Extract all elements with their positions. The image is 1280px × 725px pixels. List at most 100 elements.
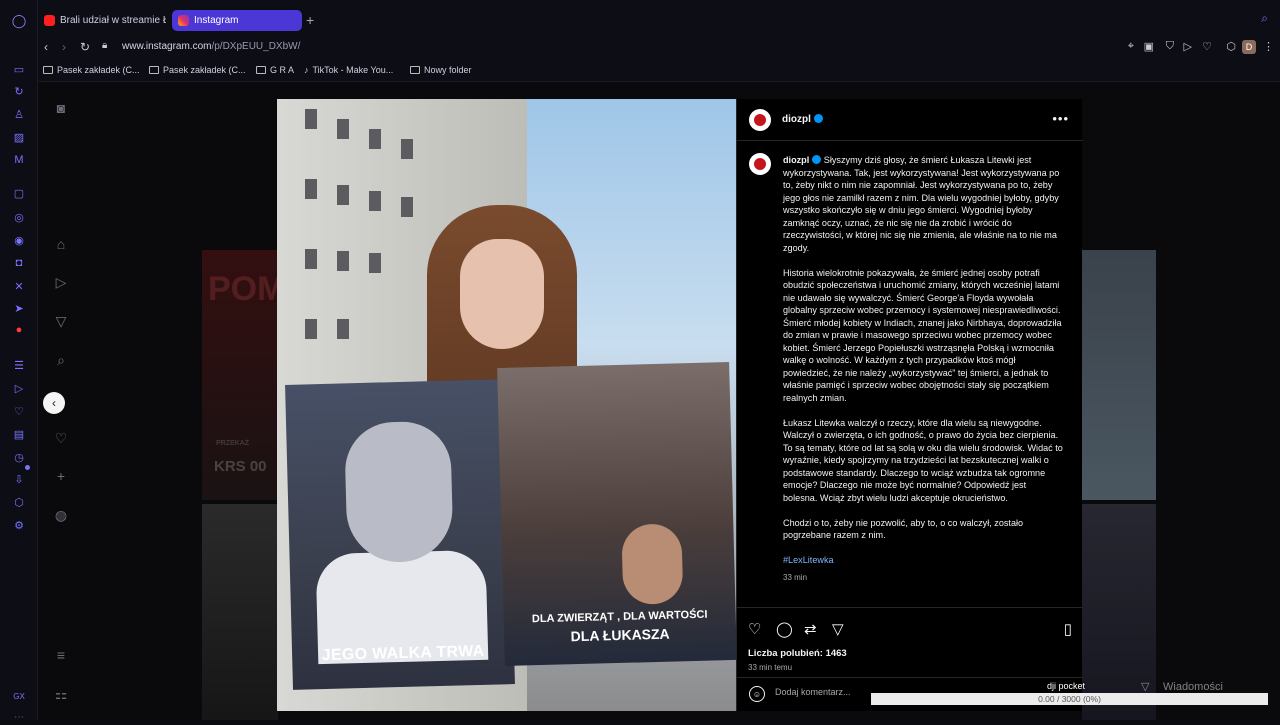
notes-icon[interactable]: ▨	[11, 129, 27, 145]
save-bookmark-icon[interactable]: ▯	[1064, 620, 1072, 638]
notifications-icon[interactable]: ♡	[52, 429, 70, 447]
window	[337, 119, 349, 139]
x-icon[interactable]: ✕	[11, 278, 27, 294]
url-field[interactable]: www.instagram.com/p/DXpEUU_DXbW/	[122, 41, 300, 52]
telegram-icon[interactable]: ➤	[11, 300, 27, 316]
create-icon[interactable]: +	[52, 467, 70, 485]
window	[337, 319, 349, 339]
new-tab-button[interactable]: +	[306, 12, 314, 28]
menu-icon[interactable]: ⋮	[1263, 40, 1274, 53]
messages-icon[interactable]: ▽	[52, 312, 70, 330]
share-icon[interactable]: ▽	[832, 620, 844, 638]
url-host: www.instagram.com	[122, 41, 211, 52]
home-icon[interactable]: ⌂	[52, 235, 70, 253]
lock-icon[interactable]: 🔒︎	[102, 40, 107, 51]
bookmark-heart-icon[interactable]: ♡	[1202, 40, 1212, 53]
caption-username[interactable]: diozpl	[783, 155, 809, 165]
player-icon[interactable]: ☰	[11, 357, 27, 373]
more-icon[interactable]: ⋯	[11, 709, 27, 725]
caption-text: diozpl Słyszymy dziś głosy, że śmierć Łu…	[783, 154, 1063, 584]
bookmark-folder[interactable]: Pasek zakładek (C...	[43, 65, 140, 75]
previous-post-button[interactable]: ‹	[43, 392, 65, 414]
bookmark-folder[interactable]: G R A	[256, 65, 294, 75]
dji-title: dji pocket	[1047, 681, 1085, 691]
bookmark-label: Pasek zakładek (C...	[163, 65, 246, 75]
sign-right: DLA ZWIERZĄT , DLA WARTOŚCI DLA ŁUKASZA	[497, 362, 736, 666]
window	[305, 319, 317, 339]
extensions-icon[interactable]: ⬡	[11, 494, 27, 510]
gx-icon[interactable]: GX	[11, 688, 27, 704]
wallet-icon[interactable]: ▤	[11, 426, 27, 442]
forward-icon[interactable]: ›	[62, 40, 66, 54]
history-icon[interactable]: ◷	[11, 449, 27, 465]
crypto-icon[interactable]: ♙	[11, 106, 27, 122]
bookmark-label: G R A	[270, 65, 294, 75]
bg-post-sub: KRS 00	[214, 458, 267, 475]
tiktok-icon[interactable]: ●	[11, 322, 27, 338]
refresh-icon[interactable]: ↻	[11, 83, 27, 99]
downloads-icon[interactable]: ⇩	[11, 471, 27, 487]
play-icon[interactable]: ▷	[1184, 40, 1192, 53]
avatar[interactable]	[749, 153, 771, 175]
comment-icon[interactable]: ◯	[776, 620, 793, 638]
folder-icon	[149, 66, 159, 74]
shield-icon[interactable]: ⛉	[1166, 40, 1174, 53]
tab-instagram[interactable]: Instagram	[172, 10, 302, 31]
bookmark-folder[interactable]: Nowy folder	[410, 65, 472, 75]
profile-avatar[interactable]: D	[1242, 40, 1256, 54]
hashtag-link[interactable]: #LexLitewka	[783, 554, 1063, 567]
extensions-icon[interactable]: ⬡	[1226, 40, 1236, 53]
folder-icon	[43, 66, 53, 74]
window	[401, 139, 413, 159]
caption-p4: Chodzi o to, żeby nie pozwolić, aby to, …	[783, 517, 1063, 542]
sign-left: JEGO WALKA TRWA	[285, 379, 515, 690]
messenger-icon[interactable]: ◎	[11, 209, 27, 225]
likes-count[interactable]: Liczba polubień: 1463	[748, 648, 847, 659]
opera-sidebar: ◯ ▭ ↻ ♙ ▨ M ▢ ◎ ◉ ◘ ✕ ➤ ● ☰ ▷ ♡ ▤ ◷ ⇩ ⬡ …	[0, 0, 38, 720]
tab-label: Instagram	[194, 15, 238, 26]
discord-icon[interactable]: ◉	[11, 232, 27, 248]
search-icon[interactable]: ⌕	[52, 351, 70, 369]
caption-area[interactable]: diozpl Słyszymy dziś głosy, że śmierć Łu…	[737, 141, 1083, 599]
profile-icon[interactable]: ◍	[52, 506, 70, 524]
tab-youtube[interactable]: Brali udział w streamie Łat	[38, 10, 166, 31]
bookmark-link[interactable]: ♪TikTok - Make You...	[304, 65, 393, 75]
window	[337, 251, 349, 271]
dji-progress-text: 0.00 / 3000 (0%)	[871, 694, 1268, 704]
search-icon[interactable]: ⌕	[1261, 11, 1268, 26]
notification-dot	[25, 465, 30, 470]
opera-logo-icon[interactable]: ◯	[11, 13, 27, 29]
instagram-icon[interactable]: ◘	[11, 255, 27, 271]
repost-icon[interactable]: ⇄	[804, 620, 817, 638]
comment-input[interactable]: Dodaj komentarz...	[775, 687, 851, 697]
bookmark-label: Pasek zakładek (C...	[57, 65, 140, 75]
emoji-icon[interactable]: ☺	[749, 686, 765, 702]
pin-icon[interactable]: ⌖	[1128, 40, 1134, 53]
menu-icon[interactable]: ≡	[52, 646, 70, 664]
background-post: POM PRZEKAŻ KRS 00	[202, 250, 278, 500]
twitch-icon[interactable]: ▢	[11, 185, 27, 201]
aria-icon[interactable]: ▭	[11, 61, 27, 77]
dji-upload-overlay: dji pocket 0.00 / 3000 (0%)	[871, 679, 1268, 707]
background-post	[1082, 250, 1156, 500]
like-icon[interactable]: ♡	[748, 620, 761, 638]
heart-icon[interactable]: ♡	[11, 403, 27, 419]
instagram-logo-icon[interactable]: ◙	[52, 99, 70, 117]
messenger-m-icon[interactable]: M	[11, 152, 27, 168]
username-text: diozpl	[782, 114, 811, 125]
post-header: diozpl •••	[737, 99, 1083, 141]
reels-icon[interactable]: ▷	[52, 273, 70, 291]
snapshot-icon[interactable]: ▣	[1144, 40, 1154, 53]
reload-icon[interactable]: ↻	[80, 40, 90, 54]
more-options-button[interactable]: •••	[1052, 111, 1069, 126]
background-post	[202, 504, 278, 720]
apps-icon[interactable]: ⚏	[52, 685, 70, 703]
caption-time: 33 min	[783, 572, 1063, 585]
settings-icon[interactable]: ⚙	[11, 517, 27, 533]
avatar[interactable]	[749, 109, 771, 131]
post-username[interactable]: diozpl	[782, 114, 823, 125]
bookmark-folder[interactable]: Pasek zakładek (C...	[149, 65, 246, 75]
post-sidebar: diozpl ••• diozpl Słyszymy dziś głosy, ż…	[736, 99, 1082, 711]
send-icon[interactable]: ▷	[11, 380, 27, 396]
back-icon[interactable]: ‹	[44, 40, 48, 54]
